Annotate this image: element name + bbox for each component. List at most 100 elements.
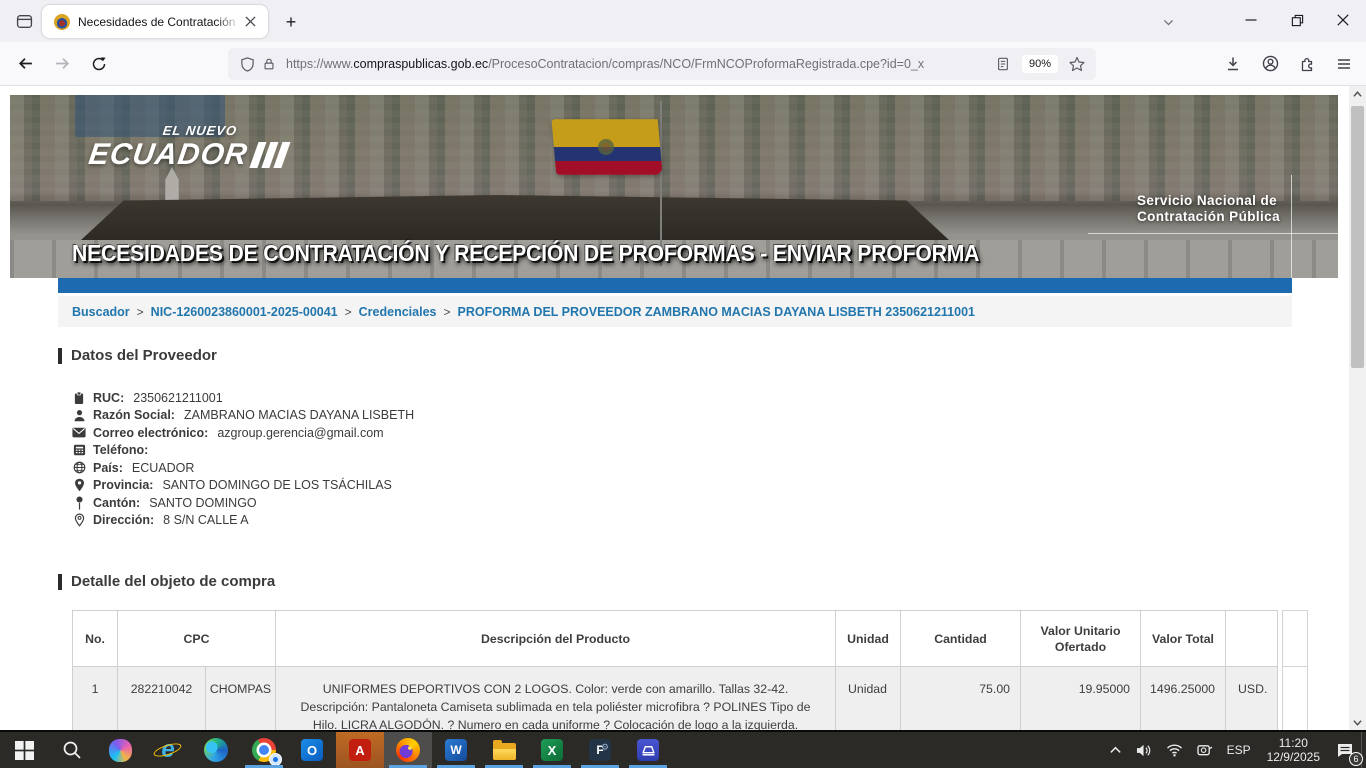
bookmark-star-icon[interactable]: [1066, 56, 1088, 72]
taskbar-edge-button[interactable]: [192, 732, 240, 768]
tray-date: 12/9/2025: [1267, 750, 1320, 765]
reload-button[interactable]: [84, 49, 114, 79]
tray-time: 11:20: [1267, 736, 1320, 751]
extensions-button[interactable]: [1292, 49, 1322, 79]
col-header-description: Descripción del Producto: [276, 611, 836, 667]
taskbar-f-app-button[interactable]: F⚙: [576, 732, 624, 768]
lock-icon[interactable]: [258, 57, 280, 71]
minimize-button[interactable]: [1228, 0, 1274, 40]
breadcrumb-credenciales[interactable]: Credenciales: [359, 305, 437, 319]
breadcrumb-proforma-current[interactable]: PROFORMA DEL PROVEEDOR ZAMBRANO MACIAS D…: [458, 305, 976, 319]
table-empty-column: [1282, 610, 1308, 730]
reload-icon: [91, 56, 107, 72]
col-header-cpc: CPC: [118, 611, 276, 667]
tray-volume-icon[interactable]: [1129, 732, 1159, 768]
site-favicon-icon: [54, 14, 70, 30]
browser-tab[interactable]: Necesidades de Contratación y: [42, 5, 268, 38]
taskbar-search-button[interactable]: [48, 732, 96, 768]
list-all-tabs-button[interactable]: [1154, 9, 1182, 35]
map-marker-outline-icon: [72, 513, 86, 527]
url-text: https://www.compraspublicas.gob.ec/Proce…: [286, 57, 992, 71]
breadcrumb: Buscador > NIC-1260023860001-2025-00041 …: [58, 296, 1292, 327]
col-header-currency: [1226, 611, 1278, 667]
copilot-icon: [109, 739, 132, 762]
provider-fields: RUC:2350621211001 Razón Social:ZAMBRANO …: [72, 389, 414, 529]
url-bar[interactable]: https://www.compraspublicas.gob.ec/Proce…: [228, 48, 1096, 80]
cell-unit-value: 19.95000: [1021, 667, 1141, 731]
field-correo: Correo electrónico:azgroup.gerencia@gmai…: [72, 424, 414, 442]
taskbar-outlook-button[interactable]: O: [288, 732, 336, 768]
field-pais: País:ECUADOR: [72, 459, 414, 477]
new-tab-button[interactable]: +: [278, 9, 304, 35]
taskbar-copilot-button[interactable]: [96, 732, 144, 768]
breadcrumb-separator: >: [443, 305, 450, 319]
start-button[interactable]: [0, 732, 48, 768]
close-button[interactable]: [1320, 0, 1366, 40]
cell-unit: Unidad: [836, 667, 901, 731]
page-title: NECESIDADES DE CONTRATACIÓN Y RECEPCIÓN …: [72, 240, 979, 267]
search-icon: [62, 740, 82, 760]
map-marker-icon: [72, 478, 86, 492]
taskbar-acrobat-button[interactable]: A: [336, 732, 384, 768]
window-controls: [1228, 0, 1366, 40]
outlook-icon: O: [301, 739, 323, 761]
chevron-down-icon: [1162, 16, 1175, 29]
col-header-total-value: Valor Total: [1141, 611, 1226, 667]
breadcrumb-buscador[interactable]: Buscador: [72, 305, 130, 319]
page-scrollbar[interactable]: [1349, 86, 1366, 730]
breadcrumb-separator: >: [345, 305, 352, 319]
taskbar-internet-explorer-button[interactable]: e: [144, 732, 192, 768]
f-app-icon: F⚙: [589, 739, 611, 761]
firefox-icon: [396, 738, 420, 762]
cell-cpc-code: 282210042: [118, 667, 206, 731]
account-button[interactable]: [1255, 49, 1285, 79]
taskbar-excel-button[interactable]: X: [528, 732, 576, 768]
edge-icon: [204, 738, 228, 762]
tray-clock[interactable]: 11:20 12/9/2025: [1258, 736, 1329, 765]
taskbar-file-explorer-button[interactable]: [480, 732, 528, 768]
breadcrumb-nic-code[interactable]: NIC-1260023860001-2025-00041: [151, 305, 338, 319]
taskbar-firefox-button[interactable]: [384, 732, 432, 768]
cell-description: UNIFORMES DEPORTIVOS CON 2 LOGOS. Color:…: [276, 667, 836, 731]
zoom-level-indicator[interactable]: 90%: [1022, 55, 1058, 73]
cell-quantity: 75.00: [901, 667, 1021, 731]
nuevo-ecuador-logo: EL NUEVO ECUADOR: [87, 123, 291, 172]
tray-chevron-up-icon[interactable]: [1102, 732, 1129, 768]
scroll-up-arrow-icon[interactable]: [1349, 86, 1366, 102]
firefox-view-button[interactable]: [10, 8, 38, 34]
cell-currency: USD.: [1226, 667, 1278, 731]
navigation-bar: https://www.compraspublicas.gob.ec/Proce…: [0, 42, 1366, 86]
tray-language-indicator[interactable]: ESP: [1220, 732, 1258, 768]
taskbar-chrome-button[interactable]: [240, 732, 288, 768]
col-header-unit: Unidad: [836, 611, 901, 667]
purchase-section-heading: Detalle del objeto de compra: [58, 573, 275, 590]
agency-name: Servicio Nacional de Contratación Públic…: [1137, 193, 1280, 225]
downloads-button[interactable]: [1218, 49, 1248, 79]
back-button[interactable]: [10, 49, 40, 79]
tab-close-icon[interactable]: [240, 12, 260, 32]
purchase-detail-table: No. CPC Descripción del Producto Unidad …: [72, 610, 1278, 730]
taskbar-scanner-button[interactable]: [624, 732, 672, 768]
word-icon: W: [445, 739, 467, 761]
tray-notifications-button[interactable]: 6: [1329, 732, 1361, 768]
restore-button[interactable]: [1274, 0, 1320, 40]
taskbar: e O A W X F⚙: [0, 730, 1366, 768]
reader-view-icon[interactable]: [992, 57, 1014, 71]
forward-arrow-icon: [54, 55, 71, 72]
tray-meet-camera-icon[interactable]: [1190, 732, 1220, 768]
forward-button[interactable]: [47, 49, 77, 79]
internet-explorer-icon: e: [155, 737, 181, 763]
shield-icon[interactable]: [236, 57, 258, 72]
download-icon: [1225, 56, 1241, 72]
excel-icon: X: [541, 739, 563, 761]
scrollbar-thumb[interactable]: [1351, 106, 1364, 368]
taskbar-word-button[interactable]: W: [432, 732, 480, 768]
acrobat-icon: A: [349, 739, 371, 761]
scroll-down-arrow-icon[interactable]: [1349, 714, 1366, 730]
tray-wifi-icon[interactable]: [1159, 732, 1190, 768]
field-canton: Cantón:SANTO DOMINGO: [72, 494, 414, 512]
account-icon: [1262, 55, 1279, 72]
globe-icon: [72, 461, 86, 474]
menu-button[interactable]: [1329, 49, 1359, 79]
chrome-profile-badge: [269, 753, 282, 766]
